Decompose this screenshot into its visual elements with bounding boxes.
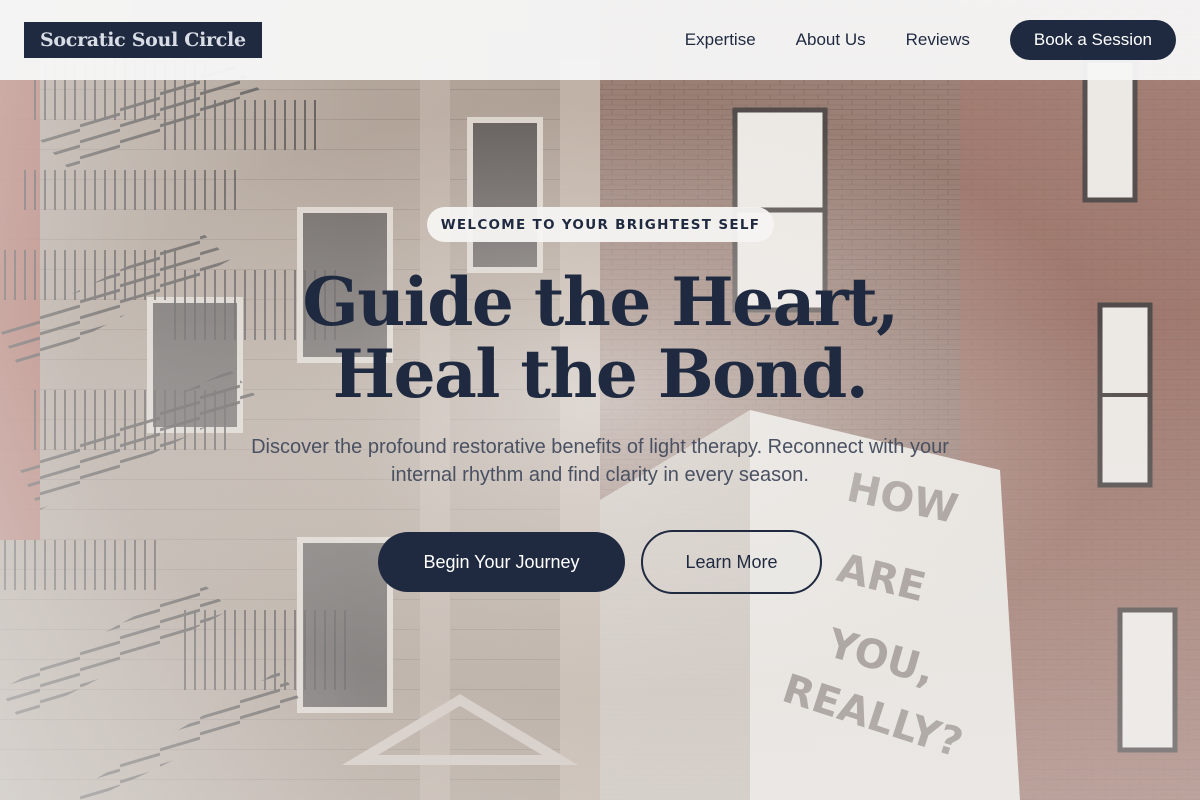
nav-link-expertise[interactable]: Expertise [685, 30, 756, 50]
welcome-badge: WELCOME TO YOUR BRIGHTEST SELF [427, 207, 774, 242]
learn-more-button[interactable]: Learn More [641, 530, 822, 594]
nav-link-about-us[interactable]: About Us [796, 30, 866, 50]
site-header: Socratic Soul Circle Expertise About Us … [0, 0, 1200, 80]
begin-journey-button[interactable]: Begin Your Journey [378, 532, 625, 592]
landing-page: HOW ARE YOU, REALLY? Socratic Soul Circl… [0, 0, 1200, 800]
nav-link-reviews[interactable]: Reviews [906, 30, 970, 50]
hero-headline: Guide the Heart, Heal the Bond. [0, 266, 1200, 410]
site-logo[interactable]: Socratic Soul Circle [24, 22, 262, 58]
hero-headline-line-2: Heal the Bond. [332, 335, 869, 413]
hero-subtitle: Discover the profound restorative benefi… [251, 436, 949, 486]
book-session-button[interactable]: Book a Session [1009, 20, 1176, 60]
hero-section: WELCOME TO YOUR BRIGHTEST SELF Guide the… [0, 80, 1200, 800]
hero-headline-line-1: Guide the Heart, [302, 263, 899, 341]
main-nav: Expertise About Us Reviews Book a Sessio… [685, 0, 1176, 80]
